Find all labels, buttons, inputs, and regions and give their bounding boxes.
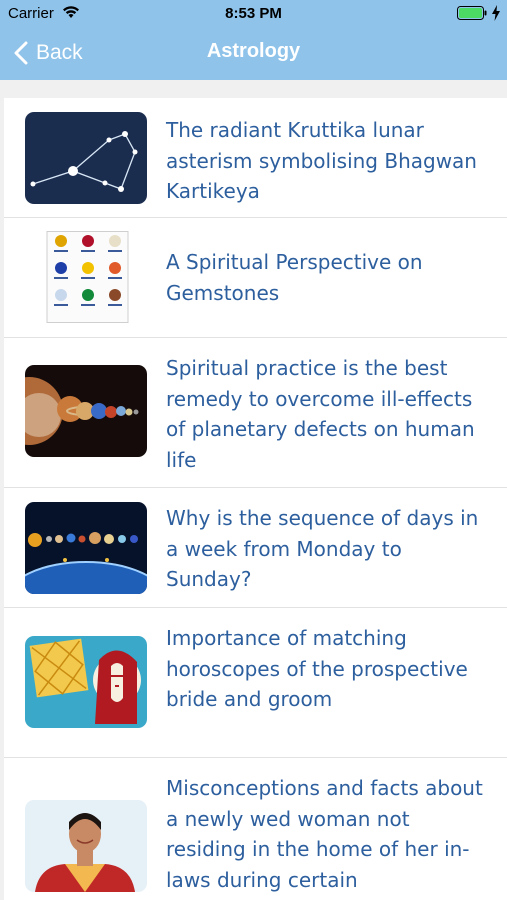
gemstones-graphic: [25, 231, 147, 323]
article-list: The radiant Kruttika lunar asterism symb…: [4, 98, 507, 900]
horoscope-graphic: [25, 636, 147, 728]
navigation-bar: Back Astrology: [0, 28, 507, 80]
article-row[interactable]: Misconceptions and facts about a newly w…: [4, 758, 507, 900]
solar-system-image: [25, 502, 147, 594]
planets-graphic: [25, 365, 147, 457]
article-title: The radiant Kruttika lunar asterism symb…: [166, 118, 477, 203]
battery-icon: [457, 6, 487, 20]
planets-image: [25, 365, 147, 457]
article-title: Misconceptions and facts about a newly w…: [166, 776, 483, 892]
article-title: A Spiritual Perspective on Gemstones: [166, 250, 423, 305]
gemstones-chart-image: [25, 231, 147, 323]
horoscope-chart-image: [25, 636, 147, 728]
solar-system-graphic: [25, 502, 147, 594]
portrait-graphic: [25, 800, 147, 892]
header: Carrier 8:53 PM Back Astrology: [0, 0, 507, 80]
status-bar: Carrier 8:53 PM: [0, 0, 507, 28]
clock: 8:53 PM: [225, 5, 282, 22]
article-row[interactable]: Why is the sequence of days in a week fr…: [4, 488, 507, 608]
charging-bolt-icon: [492, 5, 500, 21]
woman-portrait-image: [25, 800, 147, 892]
article-title: Why is the sequence of days in a week fr…: [166, 506, 479, 591]
page-title: Astrology: [206, 40, 301, 62]
article-row[interactable]: A Spiritual Perspective on Gemstones: [4, 218, 507, 338]
article-title: Importance of matching horoscopes of the…: [166, 626, 468, 711]
article-row[interactable]: Importance of matching horoscopes of the…: [4, 608, 507, 758]
constellation-graphic: [25, 112, 147, 204]
article-row[interactable]: The radiant Kruttika lunar asterism symb…: [4, 98, 507, 218]
article-title: Spiritual practice is the best remedy to…: [166, 356, 475, 472]
constellation-image: [25, 112, 147, 204]
article-row[interactable]: Spiritual practice is the best remedy to…: [4, 338, 507, 488]
